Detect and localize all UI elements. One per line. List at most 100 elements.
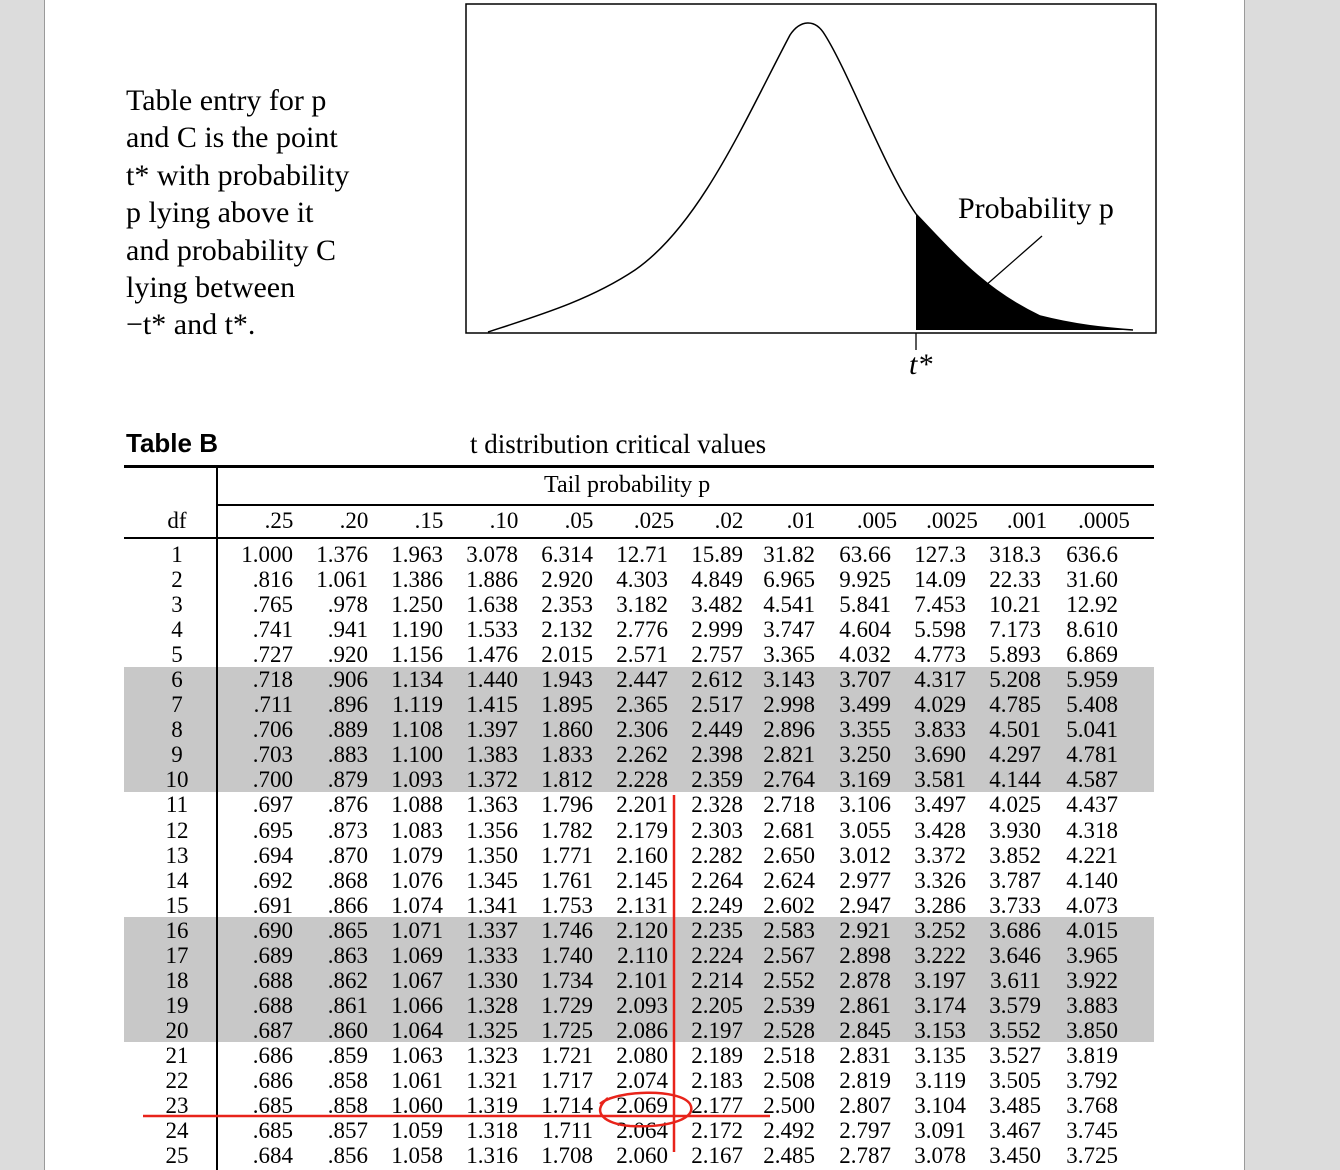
- table-cell: 1.083: [391, 817, 443, 843]
- table-cell: 1.079: [391, 842, 443, 868]
- table-cell: 2.015: [541, 642, 593, 668]
- table-cell: 4.317: [914, 667, 966, 693]
- table-cell: 3.143: [763, 667, 815, 693]
- table-cell: .688: [252, 967, 293, 993]
- table-cell: 1.725: [541, 1017, 593, 1043]
- table-cell: 2.189: [691, 1042, 743, 1068]
- table-cell: 1.058: [391, 1143, 443, 1169]
- table-cell: 3.690: [914, 742, 966, 768]
- table-cell: 3.883: [1066, 992, 1118, 1018]
- table-cell: 5.959: [1066, 667, 1118, 693]
- table-cell: .873: [327, 817, 368, 843]
- table-cell: 1.771: [541, 842, 593, 868]
- table-cell: 4.073: [1066, 892, 1118, 918]
- table-cell: 2.896: [763, 717, 815, 743]
- value-column: 63.66 9.925 5.841 4.604 4.032 3.707 3.499 3.355…: [811, 542, 891, 1168]
- table-cell: 1.383: [466, 742, 518, 768]
- table-cell: 3.428: [914, 817, 966, 843]
- table-cell: 3.505: [989, 1067, 1041, 1093]
- df-cell: 21: [165, 1042, 189, 1068]
- table-cell: 5.041: [1066, 717, 1118, 743]
- table-top-rule: [124, 465, 1154, 468]
- table-cell: 2.718: [763, 792, 815, 818]
- table-cell: 1.323: [466, 1042, 518, 1068]
- table-cell: .920: [327, 642, 368, 668]
- table-cell: 1.066: [391, 992, 443, 1018]
- table-cell: 1.833: [541, 742, 593, 768]
- table-cell: 1.711: [542, 1118, 593, 1144]
- table-cell: 2.303: [691, 817, 743, 843]
- t-distribution-figure: [465, 3, 1157, 350]
- tail-probability-header: Tail probability p: [544, 472, 711, 498]
- table-cell: 3.182: [616, 592, 668, 618]
- table-cell: 3.106: [839, 792, 891, 818]
- table-cell: 4.541: [763, 592, 815, 618]
- table-cell: 6.869: [1066, 642, 1118, 668]
- table-cell: 3.119: [915, 1067, 966, 1093]
- table-cell: 9.925: [839, 567, 891, 593]
- table-cell: 2.999: [691, 617, 743, 643]
- table-cell: 318.3: [989, 542, 1041, 567]
- table-cell: 127.3: [914, 542, 966, 567]
- table-cell: 1.088: [391, 792, 443, 818]
- table-cell: .697: [252, 792, 293, 818]
- table-cell: 1.076: [391, 867, 443, 893]
- table-cell: 1.943: [541, 667, 593, 693]
- table-cell: 1.321: [466, 1067, 518, 1093]
- table-cell: 1.064: [391, 1017, 443, 1043]
- table-cell: 3.747: [763, 617, 815, 643]
- table-cell: 5.408: [1066, 692, 1118, 718]
- table-cell: 3.787: [989, 867, 1041, 893]
- table-cell: 2.132: [541, 617, 593, 643]
- table-cell: 1.156: [391, 642, 443, 668]
- table-cell: 2.306: [616, 717, 668, 743]
- table-cell: 3.852: [989, 842, 1041, 868]
- table-cell: 14.09: [914, 567, 966, 593]
- table-cell: 2.074: [616, 1067, 668, 1093]
- table-cell: 2.101: [616, 967, 668, 993]
- df-cell: 13: [165, 842, 189, 868]
- table-cell: 3.497: [914, 792, 966, 818]
- table-cell: 3.833: [914, 717, 966, 743]
- table-cell: .695: [252, 817, 293, 843]
- table-cell: 2.583: [763, 917, 815, 943]
- table-cell: 2.214: [691, 967, 743, 993]
- table-cell: 2.086: [616, 1017, 668, 1043]
- df-cell: 12: [165, 817, 189, 843]
- value-column: 1.376 1.061.978.941.920.906.896.889.883.8…: [288, 542, 368, 1168]
- table-cell: 2.508: [763, 1067, 815, 1093]
- table-cell: 2.947: [839, 892, 891, 918]
- table-cell: 3.527: [989, 1042, 1041, 1068]
- table-cell: 2.262: [616, 742, 668, 768]
- table-cell: 2.167: [691, 1143, 743, 1169]
- table-cell: 2.612: [691, 667, 743, 693]
- table-cell: 4.501: [989, 717, 1041, 743]
- table-cell: 1.753: [541, 892, 593, 918]
- table-cell: 1.397: [466, 717, 518, 743]
- table-cell: .684: [252, 1143, 293, 1169]
- table-cell: 15.89: [691, 542, 743, 567]
- table-cell: 2.681: [763, 817, 815, 843]
- table-cell: 1.734: [541, 967, 593, 993]
- table-cell: .858: [327, 1093, 368, 1119]
- probability-pointer: [984, 235, 1043, 287]
- table-cell: 2.235: [691, 917, 743, 943]
- table-cell: 5.598: [914, 617, 966, 643]
- tail-shading: [916, 214, 1133, 330]
- df-cell: 9: [171, 742, 183, 768]
- table-cell: 1.316: [466, 1143, 518, 1169]
- table-cell: .685: [252, 1093, 293, 1119]
- table-cell: 2.552: [763, 967, 815, 993]
- table-cell: 1.386: [391, 567, 443, 593]
- table-cell: .906: [327, 667, 368, 693]
- table-cell: 4.144: [989, 767, 1041, 793]
- table-cell: 2.492: [763, 1118, 815, 1144]
- table-cell: 1.746: [541, 917, 593, 943]
- table-cell: 2.787: [839, 1143, 891, 1169]
- table-cell: .862: [327, 967, 368, 993]
- df-cell: 1: [171, 542, 183, 567]
- table-cell: 1.119: [392, 692, 443, 718]
- table-cell: 4.029: [914, 692, 966, 718]
- table-cell: 3.581: [914, 767, 966, 793]
- table-cell: 3.611: [990, 967, 1041, 993]
